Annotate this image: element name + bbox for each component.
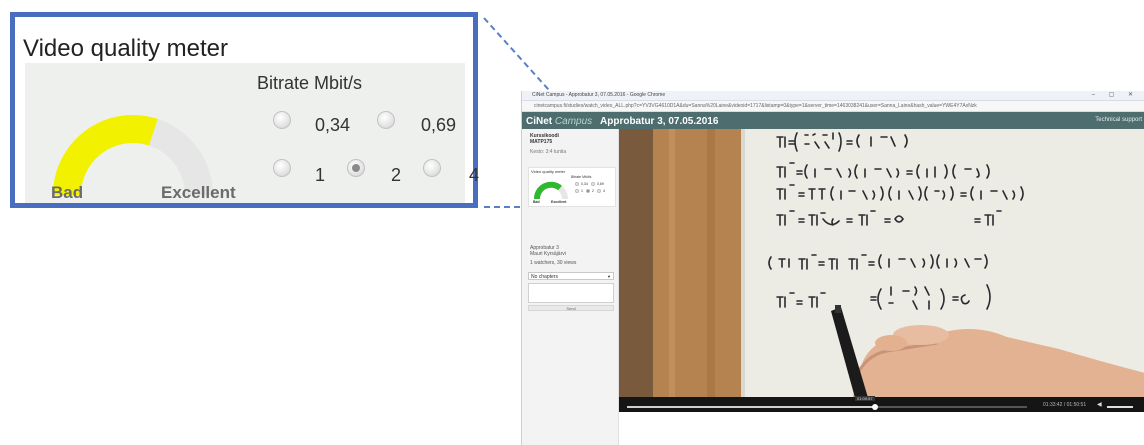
video-controls: 01:00:57 01:33:42 / 01:50:51 ◀ [619,396,1144,412]
course-code: Kurssikoodi MATP175 [530,133,559,145]
seek-tooltip: 01:00:57 [855,396,875,401]
chapters-select-value: No chapters [531,274,558,280]
window-title: CiNet Campus - Approbatur 3, 07.05.2016 … [532,92,666,98]
sidebar: Kurssikoodi MATP175 Kesto: 3:4 tuntia Vid… [522,129,619,445]
mini-excellent-label: Excellent [551,200,567,204]
mini-label-034: 0,34 [581,182,588,186]
mini-quality-meter: Video quality meter Bitrate Mbit/s Bad E… [528,167,616,207]
technical-support-link[interactable]: Technical support [1095,117,1142,123]
window-controls[interactable]: – ▢ ✕ [1092,91,1139,98]
comment-textarea[interactable] [528,283,614,303]
course-duration: Kesto: 3:4 tuntia [530,149,567,155]
video-player[interactable] [619,129,1144,410]
cinet-logo[interactable]: CiNet Campus [526,116,592,127]
mini-bitrate-title: Bitrate Mbit/s [571,175,592,179]
mini-radio-2[interactable] [586,189,590,193]
mini-meter-title: Video quality meter [531,169,566,174]
mini-radio-034[interactable] [575,182,579,186]
views-count: 1 watchers, 30 views [530,260,577,266]
seek-bar-handle[interactable] [872,404,878,410]
volume-slider[interactable] [1107,406,1133,408]
mini-radio-4[interactable] [597,189,601,193]
mini-bad-label: Bad [533,200,540,204]
site-header: CiNet Campus Approbatur 3, 07.05.2016 Te… [522,112,1144,129]
url-text[interactable]: cinetcampus.fi/studies/watch_video_ALL.p… [534,103,977,109]
mini-radio-1[interactable] [575,189,579,193]
logo-sub: Campus [554,116,593,127]
mini-radio-069[interactable] [591,182,595,186]
lecturer-name: Mauri Kyrsäjärvi [530,251,566,257]
address-bar[interactable]: cinetcampus.fi/studies/watch_video_ALL.p… [522,101,1144,112]
mini-label-1: 1 [581,189,583,193]
volume-icon[interactable]: ◀ [1097,401,1102,408]
browser-window: CiNet Campus - Approbatur 3, 07.05.2016 … [521,91,1144,445]
logo-main: CiNet [526,116,553,127]
seek-bar-progress [627,406,875,408]
video-frame [619,129,1144,410]
chapters-select[interactable]: No chapters ▼ [528,272,614,280]
browser-titlebar: CiNet Campus - Approbatur 3, 07.05.2016 … [522,91,1144,101]
mini-label-2: 2 [592,189,594,193]
mini-label-4: 4 [603,189,605,193]
send-button[interactable]: Send [528,305,614,311]
page-title: Approbatur 3, 07.05.2016 [600,116,719,127]
mini-label-069: 0,69 [597,182,604,186]
mini-gauge [533,181,568,200]
video-time: 01:33:42 / 01:50:51 [1043,402,1087,408]
chevron-down-icon: ▼ [607,274,611,279]
